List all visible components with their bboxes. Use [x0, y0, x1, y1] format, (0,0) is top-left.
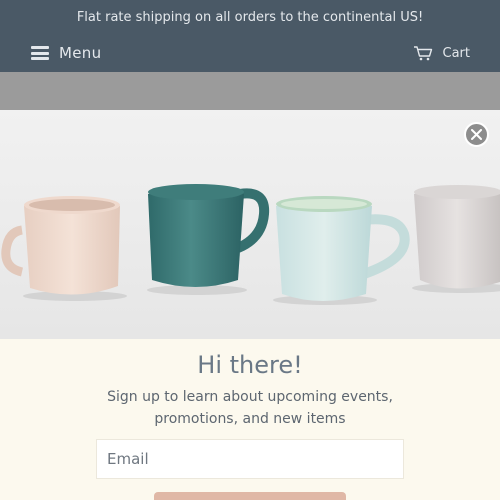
close-icon [471, 129, 482, 140]
page-overlay [0, 72, 500, 110]
cart-button[interactable]: Cart [413, 40, 471, 66]
site-header: Menu Cart [0, 36, 500, 72]
email-input[interactable] [96, 439, 404, 479]
cart-label: Cart [442, 45, 471, 61]
signup-button[interactable] [154, 492, 346, 500]
hamburger-icon [31, 46, 49, 60]
cart-icon [413, 46, 432, 61]
popup-description: Sign up to learn about upcoming events, … [107, 389, 393, 427]
menu-label: Menu [59, 44, 102, 62]
announcement-bar: Flat rate shipping on all orders to the … [0, 0, 500, 36]
mugs-hero-image [0, 110, 500, 339]
popup-title: Hi there! [197, 351, 303, 379]
menu-button[interactable]: Menu [31, 40, 101, 66]
newsletter-popup: Hi there! Sign up to learn about upcomin… [0, 110, 500, 500]
close-popup-button[interactable] [464, 122, 489, 147]
announcement-text: Flat rate shipping on all orders to the … [76, 10, 424, 25]
